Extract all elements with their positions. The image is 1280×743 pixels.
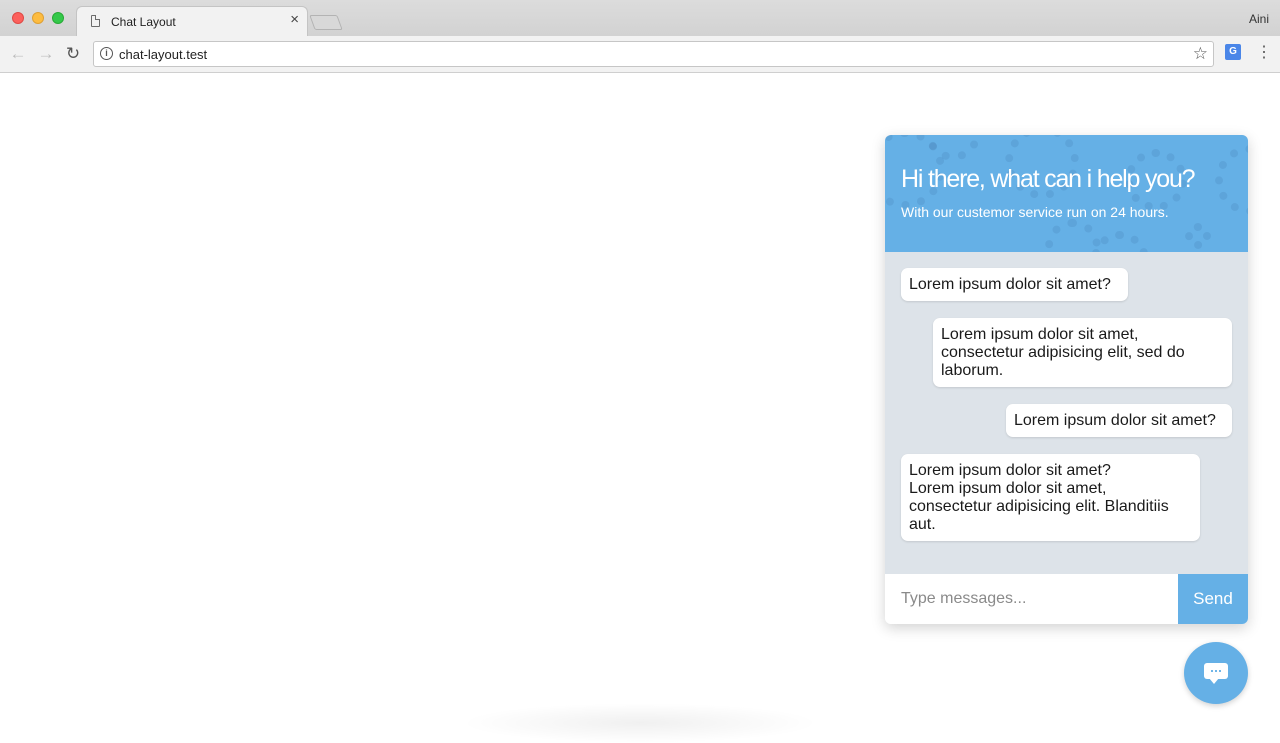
- browser-toolbar: ← → ↻ i chat-layout.test ☆ G ⋮: [0, 36, 1280, 73]
- reload-icon[interactable]: ↻: [63, 44, 83, 64]
- star-icon[interactable]: ☆: [1193, 44, 1208, 64]
- tab-close-icon[interactable]: ×: [290, 12, 299, 28]
- page-icon: [91, 15, 100, 27]
- browser-tab[interactable]: Chat Layout ×: [76, 6, 308, 36]
- message-composer: Send: [885, 574, 1248, 624]
- message-line: Lorem ipsum dolor sit amet?: [1014, 412, 1216, 429]
- url-text[interactable]: chat-layout.test: [119, 47, 207, 62]
- chat-toggle-button[interactable]: [1184, 642, 1248, 704]
- dots-icon: [1210, 670, 1222, 672]
- message-list[interactable]: Lorem ipsum dolor sit amet? Lorem ipsum …: [885, 252, 1248, 574]
- message-line: consectetur adipisicing elit. Blanditiis: [909, 498, 1169, 515]
- chat-widget: Hi there, what can i help you? With our …: [885, 135, 1248, 624]
- menu-icon[interactable]: ⋮: [1256, 44, 1272, 64]
- new-tab-button[interactable]: [309, 15, 343, 30]
- message-bubble: Lorem ipsum dolor sit amet, consectetur …: [933, 318, 1232, 387]
- message-line: laborum.: [941, 362, 1004, 379]
- forward-arrow-icon[interactable]: →: [36, 44, 56, 64]
- message-line: aut.: [909, 516, 936, 533]
- decorative-shadow: [460, 703, 820, 743]
- send-button[interactable]: Send: [1178, 574, 1248, 624]
- gear-pattern-icon: [1091, 231, 1149, 252]
- chat-bubble-icon: [1204, 663, 1228, 684]
- chat-header: Hi there, what can i help you? With our …: [885, 135, 1248, 252]
- address-bar[interactable]: i chat-layout.test ☆: [93, 41, 1214, 67]
- page-content: Hi there, what can i help you? With our …: [0, 73, 1280, 743]
- chat-subtitle: With our custemor service run on 24 hour…: [901, 204, 1169, 220]
- close-window-button[interactable]: [12, 12, 24, 24]
- message-line: Lorem ipsum dolor sit amet?: [909, 276, 1111, 293]
- message-line: Lorem ipsum dolor sit amet,: [941, 326, 1139, 343]
- message-line: consectetur adipisicing elit, sed do: [941, 344, 1185, 361]
- message-bubble: Lorem ipsum dolor sit amet? Lorem ipsum …: [901, 454, 1200, 541]
- tab-title: Chat Layout: [111, 15, 176, 29]
- profile-name[interactable]: Aini: [1249, 12, 1269, 26]
- message-input[interactable]: [885, 574, 1178, 624]
- gear-pattern-icon: [1185, 223, 1211, 249]
- info-icon[interactable]: i: [100, 47, 113, 60]
- message-bubble: Lorem ipsum dolor sit amet?: [1006, 404, 1232, 437]
- minimize-window-button[interactable]: [32, 12, 44, 24]
- translate-icon[interactable]: G: [1225, 44, 1241, 60]
- chat-title: Hi there, what can i help you?: [901, 165, 1196, 193]
- back-arrow-icon[interactable]: ←: [8, 44, 28, 64]
- message-line: Lorem ipsum dolor sit amet?: [909, 462, 1111, 479]
- message-bubble: Lorem ipsum dolor sit amet?: [901, 268, 1128, 301]
- browser-titlebar: Chat Layout × Aini: [0, 0, 1280, 36]
- gear-pattern-icon: [1215, 145, 1248, 215]
- maximize-window-button[interactable]: [52, 12, 64, 24]
- message-line: Lorem ipsum dolor sit amet,: [909, 480, 1107, 497]
